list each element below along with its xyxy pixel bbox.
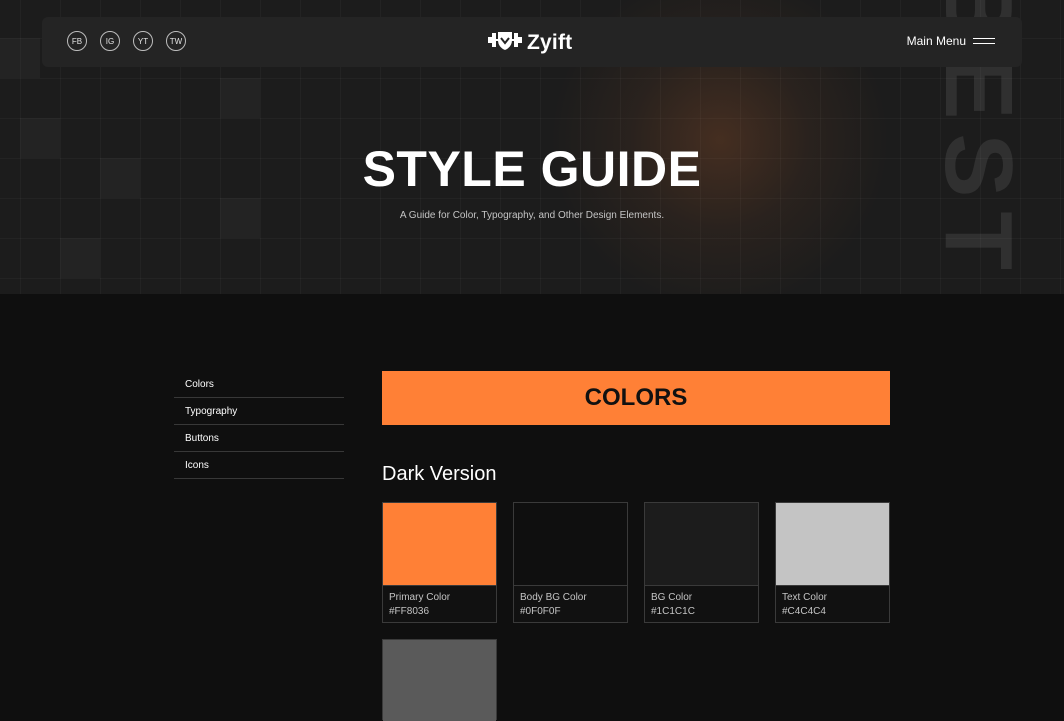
color-swatch-bg: BG Color #1C1C1C xyxy=(644,502,759,623)
dark-version-heading: Dark Version xyxy=(382,463,497,485)
swatch-hex: #1C1C1C xyxy=(651,606,695,617)
color-swatch-gray xyxy=(382,639,497,721)
hero-section: BEST FB IG YT TW Zyift Main Menu STYLE G… xyxy=(0,0,1064,294)
page-title: STYLE GUIDE xyxy=(362,141,702,197)
style-guide-sidebar: Colors Typography Buttons Icons xyxy=(174,371,344,479)
swatch-hex: #C4C4C4 xyxy=(782,606,826,617)
top-header: FB IG YT TW Zyift Main Menu xyxy=(42,17,1022,67)
main-menu-label: Main Menu xyxy=(906,34,966,48)
social-links: FB IG YT TW xyxy=(67,31,186,51)
brand-name: Zyift xyxy=(527,30,573,54)
brand-logo[interactable]: Zyift xyxy=(488,29,572,56)
color-swatch-text: Text Color #C4C4C4 xyxy=(775,502,890,623)
hero-grid-tile xyxy=(0,38,40,78)
sidebar-item-icons[interactable]: Icons xyxy=(174,452,344,479)
sidebar-item-colors[interactable]: Colors xyxy=(174,371,344,398)
instagram-link[interactable]: IG xyxy=(100,31,120,51)
swatch-color-block xyxy=(645,503,758,586)
facebook-link[interactable]: FB xyxy=(67,31,87,51)
youtube-link[interactable]: YT xyxy=(133,31,153,51)
swatch-label: Primary Color xyxy=(389,592,451,603)
twitter-link[interactable]: TW xyxy=(166,31,186,51)
swatch-label: Body BG Color xyxy=(520,592,587,603)
swatch-color-block xyxy=(514,503,627,586)
swatch-label: Text Color xyxy=(782,592,828,603)
swatch-hex: #0F0F0F xyxy=(520,606,561,617)
swatch-color-block xyxy=(383,640,496,721)
sidebar-item-buttons[interactable]: Buttons xyxy=(174,425,344,452)
main-menu-button[interactable]: Main Menu xyxy=(907,34,995,48)
page-subtitle: A Guide for Color, Typography, and Other… xyxy=(399,210,665,221)
hero-grid-tile xyxy=(60,238,100,278)
swatch-color-block xyxy=(383,503,496,586)
hero-grid-tile xyxy=(220,78,260,118)
swatch-hex: #FF8036 xyxy=(389,606,430,617)
colors-section-banner: COLORS xyxy=(382,371,890,425)
dumbbell-shield-icon xyxy=(488,29,522,56)
sidebar-item-typography[interactable]: Typography xyxy=(174,398,344,425)
swatch-color-block xyxy=(776,503,889,586)
color-swatch-primary: Primary Color #FF8036 xyxy=(382,502,497,623)
hamburger-icon xyxy=(973,38,995,44)
color-swatch-body-bg: Body BG Color #0F0F0F xyxy=(513,502,628,623)
swatch-label: BG Color xyxy=(651,592,693,603)
